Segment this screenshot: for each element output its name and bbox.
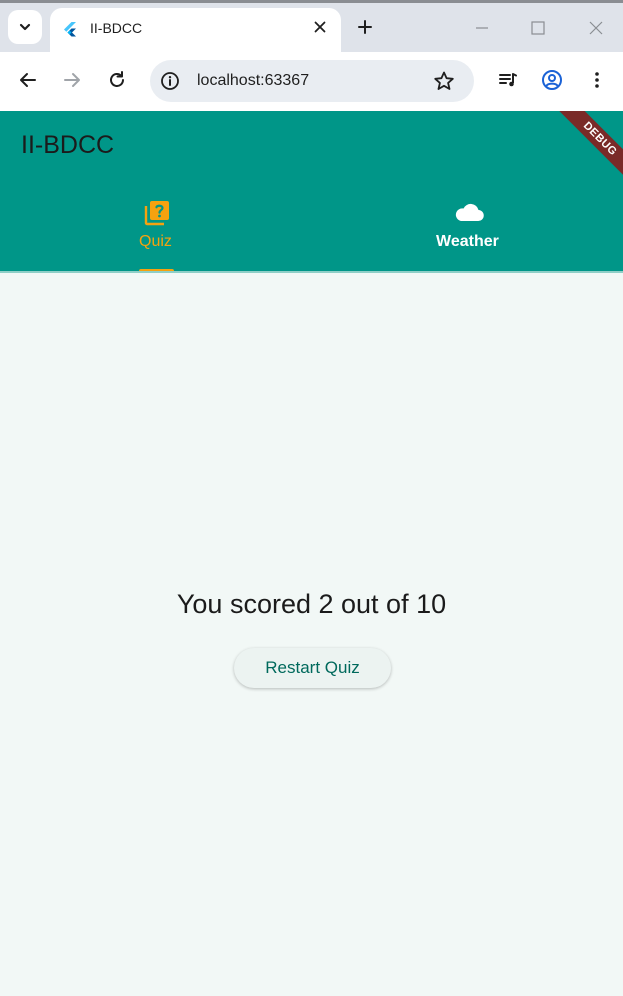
tab-title: II-BDCC [90, 20, 143, 36]
chevron-down-icon [19, 23, 31, 31]
reload-button[interactable] [103, 66, 131, 94]
profile-button[interactable] [538, 66, 566, 94]
media-queue-icon [499, 73, 517, 87]
back-button[interactable] [14, 66, 42, 94]
arrow-back-icon [20, 73, 36, 87]
app-bar: II-BDCC DEBUG Quiz Weather [0, 111, 623, 273]
restart-quiz-button[interactable]: Restart Quiz [234, 648, 391, 688]
address-bar[interactable]: localhost:63367 [150, 60, 474, 102]
tab-quiz[interactable]: Quiz [0, 197, 311, 272]
debug-banner: DEBUG [551, 111, 623, 188]
forward-button[interactable] [58, 66, 86, 94]
url-text[interactable]: localhost:63367 [197, 72, 309, 90]
close-icon [314, 21, 326, 33]
close-window-button[interactable] [584, 16, 608, 40]
app-title: II-BDCC [21, 131, 115, 159]
profile-icon [542, 70, 562, 90]
minimize-button[interactable] [470, 16, 494, 40]
tab-weather-label: Weather [436, 233, 499, 250]
tab-weather[interactable]: Weather [312, 197, 623, 271]
quiz-icon [144, 201, 169, 226]
star-icon[interactable] [433, 70, 455, 92]
browser-chrome: II-BDCC localhost:63367 [0, 0, 623, 111]
new-tab-button[interactable] [354, 16, 376, 38]
browser-tab[interactable]: II-BDCC [50, 8, 341, 52]
info-icon[interactable] [160, 71, 180, 91]
reload-icon [110, 71, 124, 87]
flutter-favicon-icon [64, 22, 76, 37]
media-button[interactable] [494, 66, 522, 94]
browser-toolbar: localhost:63367 [0, 52, 623, 111]
browser-menu-button[interactable] [583, 66, 611, 94]
debug-banner-label: DEBUG [580, 119, 620, 159]
arrow-forward-icon [64, 73, 80, 87]
cloud-icon [455, 203, 484, 222]
tab-search-button[interactable] [8, 10, 42, 44]
quiz-result-view: You scored 2 out of 10 Restart Quiz [0, 273, 623, 996]
score-text: You scored 2 out of 10 [176, 589, 447, 619]
close-tab-button[interactable] [310, 17, 330, 37]
window-border [0, 0, 623, 3]
close-window-icon [589, 21, 603, 35]
plus-icon [358, 20, 372, 34]
more-vert-icon [595, 72, 599, 88]
maximize-button[interactable] [526, 16, 550, 40]
maximize-icon [531, 21, 545, 35]
minimize-icon [476, 27, 488, 29]
tab-quiz-label: Quiz [139, 233, 172, 250]
